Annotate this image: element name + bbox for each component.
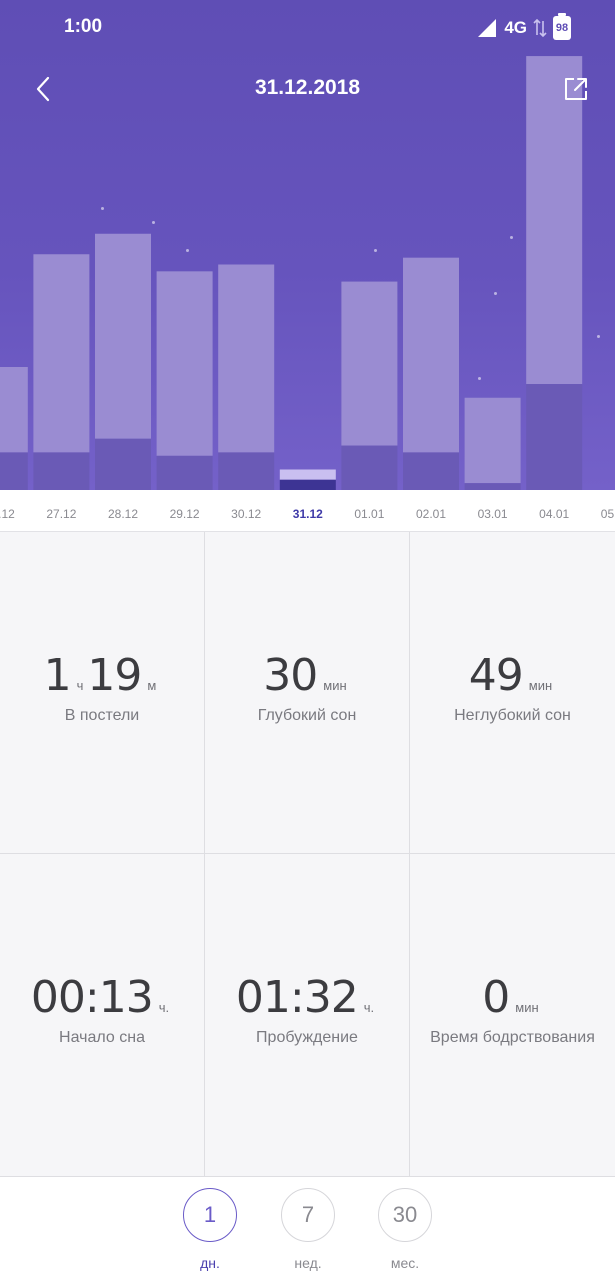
- deep-sleep-bar[interactable]: [218, 452, 275, 490]
- deep-sleep-bar[interactable]: [279, 479, 336, 490]
- stat-label: Начало сна: [59, 1029, 145, 1046]
- period-week-button[interactable]: 7: [281, 1188, 335, 1242]
- stat-number: 00:13: [30, 972, 154, 1023]
- deep-sleep-bar[interactable]: [341, 445, 398, 490]
- deep-sleep-bar[interactable]: [403, 452, 459, 490]
- date-tick-label[interactable]: 03.01: [465, 507, 521, 521]
- light-sleep-bar[interactable]: [341, 281, 398, 446]
- deep-sleep-bar[interactable]: [0, 452, 28, 490]
- deep-sleep-bar[interactable]: [464, 483, 521, 490]
- light-sleep-bar[interactable]: [279, 469, 336, 480]
- date-tick-label[interactable]: 30.12: [218, 507, 274, 521]
- date-axis[interactable]: 26.12 27.12 28.12 29.12 30.12 31.12 01.01 02.01…: [0, 490, 615, 532]
- stat-number: 1: [43, 650, 72, 701]
- light-sleep-bar[interactable]: [218, 264, 275, 453]
- light-sleep-bar[interactable]: [33, 254, 90, 453]
- stat-time-in-bed: 1 ч19 м В постели: [0, 532, 205, 854]
- stat-number: 49: [468, 650, 524, 701]
- period-day-label: дн.: [200, 1255, 220, 1271]
- stat-value: 01:32 ч.: [205, 972, 409, 1023]
- stat-light-sleep: 49 мин Неглубокий сон: [410, 532, 615, 854]
- sleep-stats-grid: 1 ч19 м В постели 30 мин Глубокий сон 49 мин…: [0, 532, 615, 1176]
- stat-sleep-start: 00:13 ч. Начало сна: [0, 854, 205, 1176]
- deep-sleep-bar[interactable]: [33, 452, 90, 490]
- stat-unit: м: [147, 678, 157, 693]
- light-sleep-bar[interactable]: [403, 257, 459, 453]
- stat-value: 00:13 ч.: [0, 972, 204, 1023]
- date-tick-label[interactable]: 31.12: [280, 507, 336, 521]
- period-day-button[interactable]: 1: [183, 1188, 237, 1242]
- share-icon: [565, 78, 587, 100]
- signal-icon: [478, 19, 497, 37]
- date-tick-label[interactable]: 28.12: [95, 507, 151, 521]
- date-tick-label[interactable]: 04.01: [526, 507, 582, 521]
- deep-sleep-bar[interactable]: [526, 384, 583, 490]
- date-tick-label[interactable]: 29.12: [157, 507, 213, 521]
- stat-wake-up: 01:32 ч. Пробуждение: [205, 854, 410, 1176]
- stat-value: 0 мин: [410, 972, 615, 1023]
- date-tick-label[interactable]: 27.12: [33, 507, 89, 521]
- date-tick-label[interactable]: 01.01: [341, 507, 397, 521]
- status-bar: 1:00 4G 98: [0, 0, 615, 56]
- stat-unit: ч: [76, 678, 84, 693]
- stat-unit: мин: [528, 678, 553, 693]
- stat-unit: мин: [323, 678, 347, 693]
- stat-unit: ч.: [158, 1000, 170, 1015]
- light-sleep-bar[interactable]: [0, 367, 28, 453]
- date-tick-label[interactable]: 02.01: [403, 507, 459, 521]
- page-title: 31.12.2018: [254, 76, 361, 99]
- stat-number: 0: [482, 972, 510, 1023]
- stat-label: Время бодрствования: [430, 1029, 595, 1046]
- period-month-label: мес.: [390, 1255, 420, 1271]
- stat-label: Неглубокий сон: [454, 707, 571, 724]
- stat-label: Глубокий сон: [257, 707, 357, 724]
- stat-label: В постели: [64, 707, 140, 724]
- sleep-chart-panel: 1:00 4G 98 31.12.2018: [0, 0, 615, 490]
- battery-icon: 98: [553, 13, 571, 40]
- date-tick-label[interactable]: 05.01: [588, 507, 615, 521]
- stat-value: 1 ч19 м: [0, 650, 204, 701]
- light-sleep-bar[interactable]: [95, 233, 151, 439]
- stat-value: 49 мин: [410, 650, 615, 701]
- share-button[interactable]: [559, 72, 593, 106]
- deep-sleep-bar[interactable]: [95, 438, 151, 490]
- status-icons: 4G 98: [476, 13, 571, 40]
- status-time: 1:00: [64, 16, 103, 37]
- light-sleep-bar[interactable]: [464, 397, 521, 484]
- stat-value: 30 мин: [205, 650, 409, 701]
- stat-number: 19: [87, 650, 142, 701]
- stat-awake-time: 0 мин Время бодрствования: [410, 854, 615, 1176]
- network-type: 4G: [504, 18, 527, 37]
- stat-deep-sleep: 30 мин Глубокий сон: [205, 532, 410, 854]
- period-week-label: нед.: [294, 1255, 322, 1271]
- stat-number: 01:32: [235, 972, 359, 1023]
- data-arrows-icon: [533, 18, 547, 38]
- period-month-button[interactable]: 30: [378, 1188, 432, 1242]
- stat-unit: мин: [515, 1000, 539, 1015]
- date-tick-label[interactable]: 26.12: [0, 507, 28, 521]
- light-sleep-bar[interactable]: [156, 271, 213, 456]
- stat-number: 30: [263, 650, 318, 701]
- stat-unit: ч.: [363, 1000, 375, 1015]
- deep-sleep-bar[interactable]: [156, 455, 213, 490]
- top-bar: 31.12.2018: [0, 60, 615, 118]
- period-selector: 1 дн. 7 нед. 30 мес.: [0, 1176, 615, 1280]
- stat-label: Пробуждение: [256, 1029, 358, 1046]
